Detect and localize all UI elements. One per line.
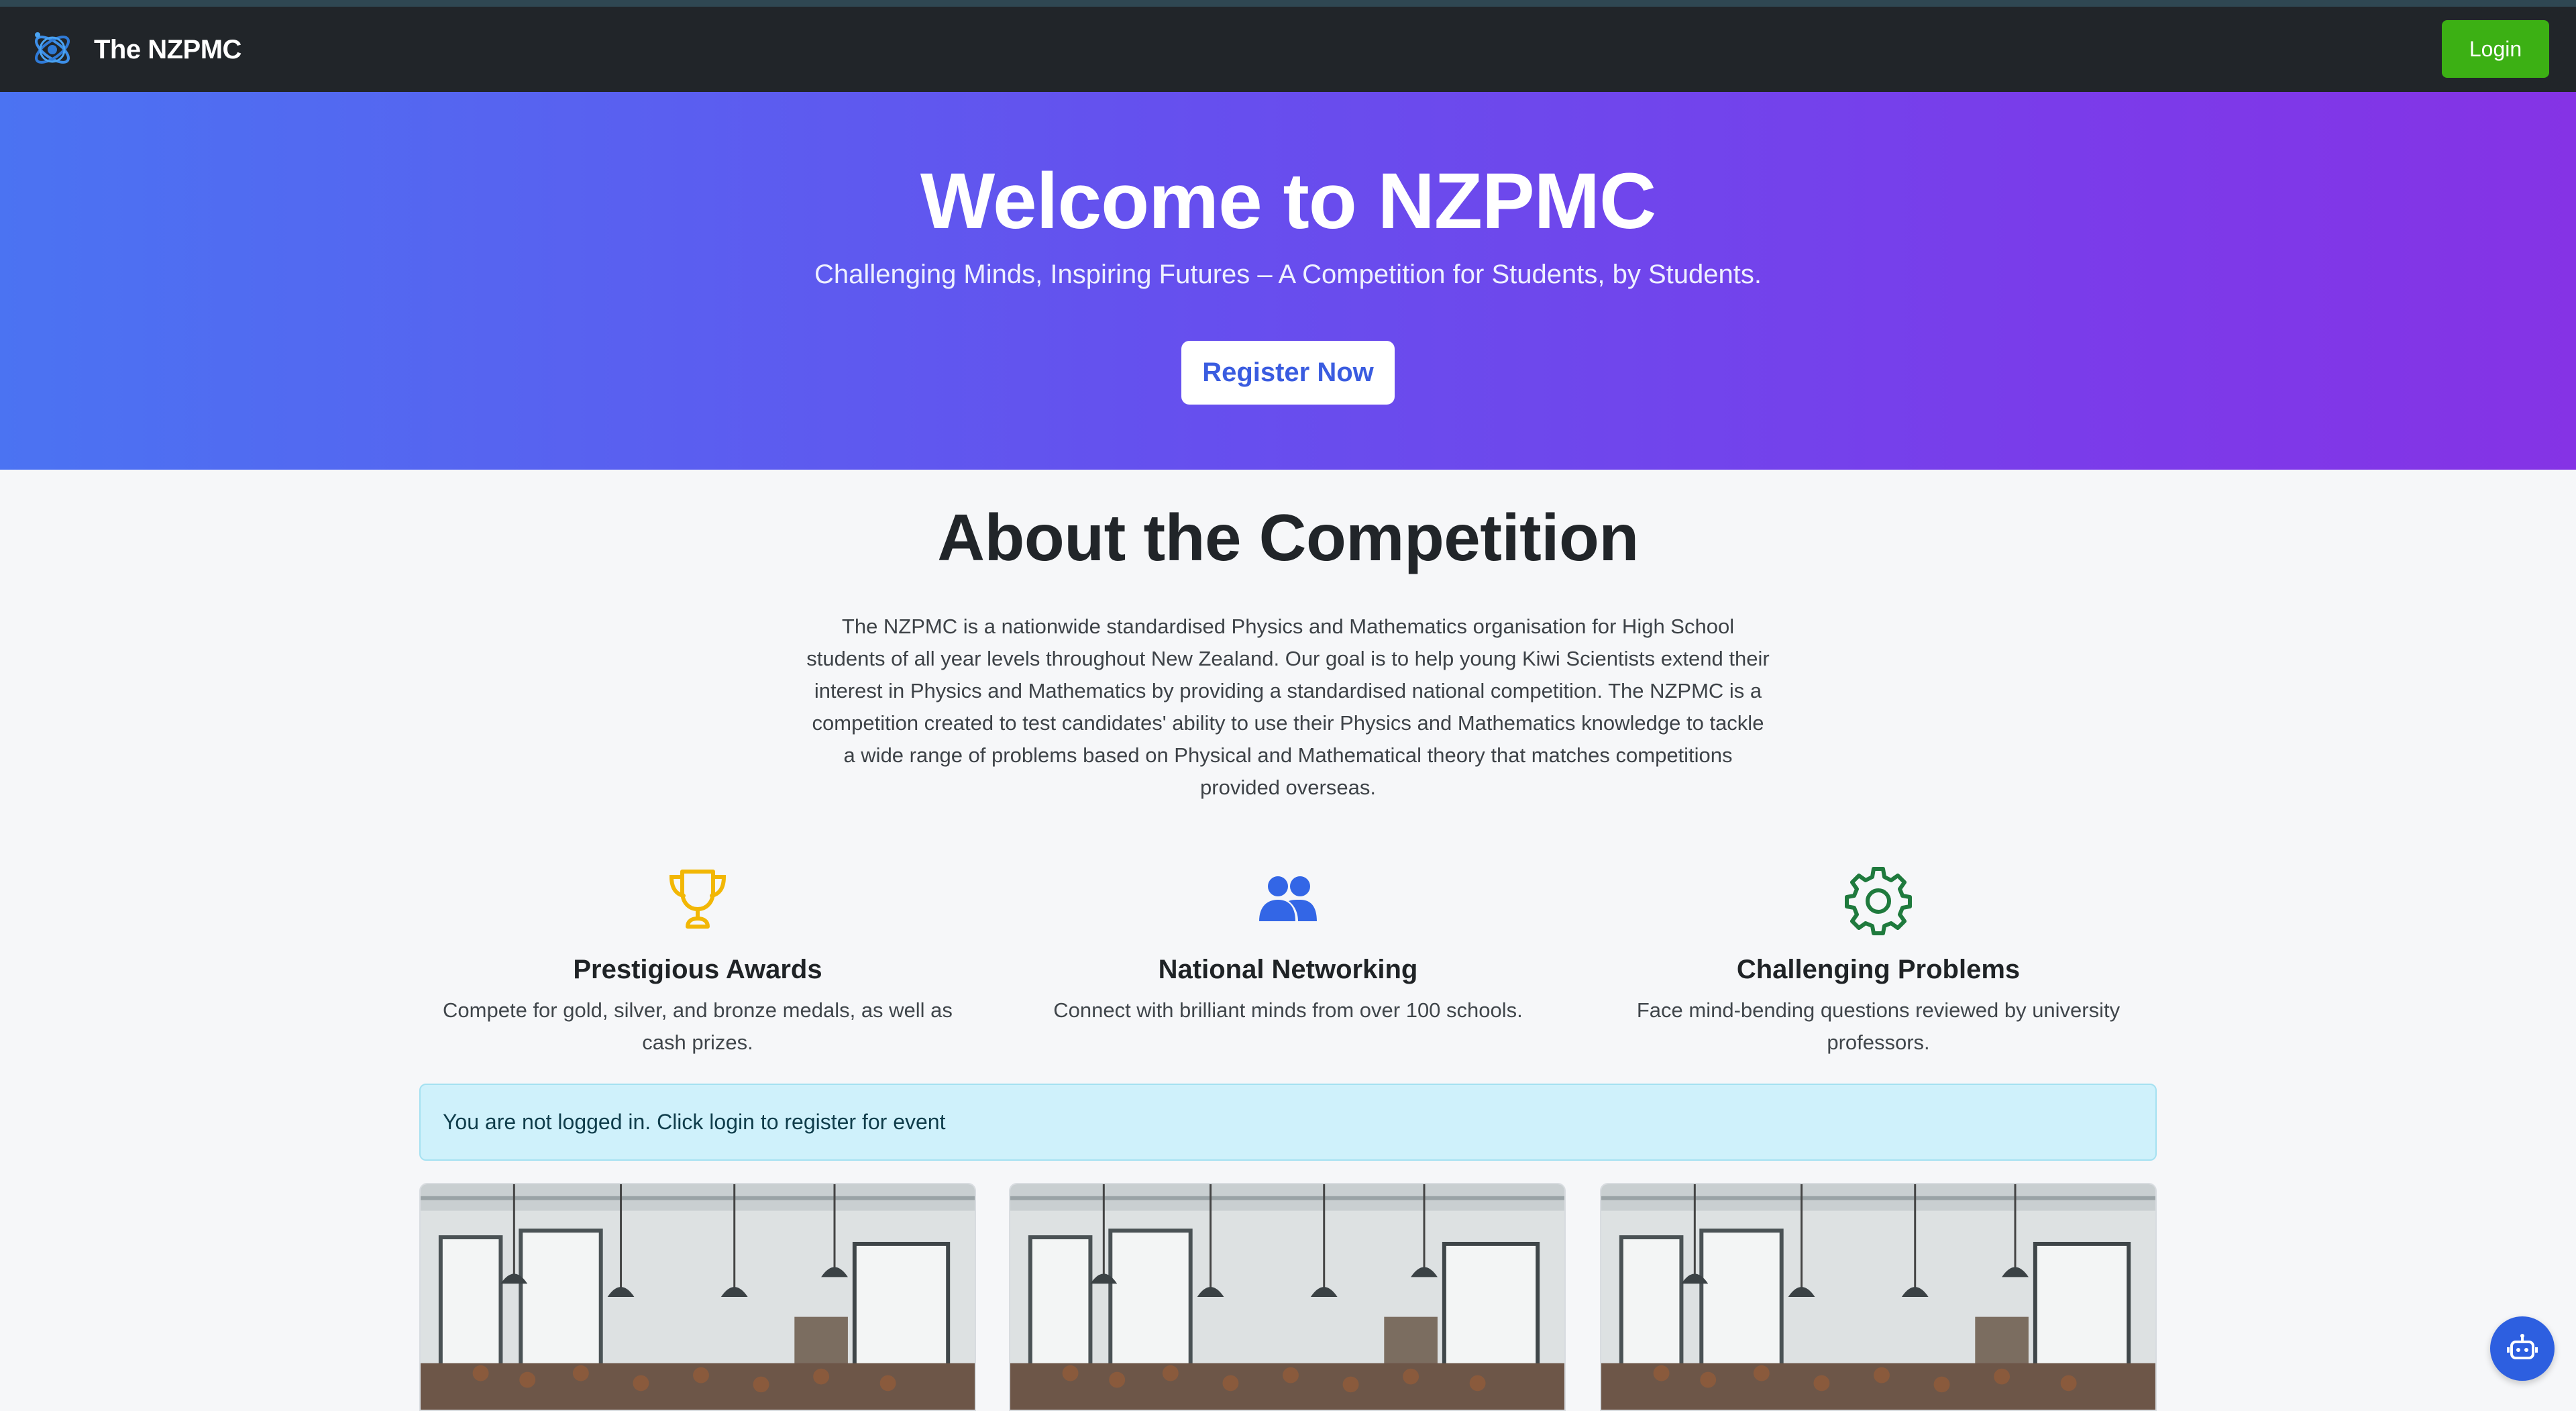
brand-link[interactable]: The NZPMC <box>28 25 241 74</box>
feature-title: Challenging Problems <box>1736 955 2021 984</box>
event-card[interactable] <box>419 1183 976 1411</box>
feature-challenging-problems: Challenging Problems Face mind-bending q… <box>1597 862 2160 1059</box>
hero-subtitle: Challenging Minds, Inspiring Futures – A… <box>814 260 1762 289</box>
exam-hall-image <box>1010 1184 1564 1410</box>
register-now-button[interactable]: Register Now <box>1181 341 1395 405</box>
feature-prestigious-awards: Prestigious Awards Compete for gold, sil… <box>416 862 979 1059</box>
feature-description: Face mind-bending questions reviewed by … <box>1636 998 2121 1054</box>
trophy-icon <box>669 870 727 929</box>
feature-description: Connect with brilliant minds from over 1… <box>1053 998 1523 1022</box>
feature-title: Prestigious Awards <box>573 955 822 984</box>
brand-title: The NZPMC <box>94 34 241 64</box>
hero-title: Welcome to NZPMC <box>920 157 1656 246</box>
gear-icon <box>1845 867 1912 935</box>
chatbot-icon <box>2507 1334 2538 1359</box>
hero-banner: Welcome to NZPMC Challenging Minds, Insp… <box>0 92 2576 470</box>
feature-title: National Networking <box>1158 955 1418 984</box>
event-card[interactable] <box>1009 1183 1566 1411</box>
login-button[interactable]: Login <box>2442 20 2549 78</box>
atom-logo-icon <box>35 32 70 64</box>
login-alert: You are not logged in. Click login to re… <box>419 1084 2157 1161</box>
alert-text: You are not logged in. Click login to re… <box>443 1110 946 1134</box>
exam-hall-image <box>1601 1184 2155 1410</box>
chatbot-button[interactable] <box>2490 1316 2555 1381</box>
feature-description: Compete for gold, silver, and bronze med… <box>443 998 953 1054</box>
about-description: The NZPMC is a nationwide standardised P… <box>806 615 1770 799</box>
exam-hall-image <box>421 1184 975 1410</box>
event-card[interactable] <box>1600 1183 2157 1411</box>
about-title: About the Competition <box>937 501 1639 574</box>
navbar: The NZPMC Login <box>0 7 2576 92</box>
feature-national-networking: National Networking Connect with brillia… <box>1006 862 1570 1027</box>
top-accent-line <box>0 0 2576 7</box>
users-icon <box>1259 876 1317 921</box>
